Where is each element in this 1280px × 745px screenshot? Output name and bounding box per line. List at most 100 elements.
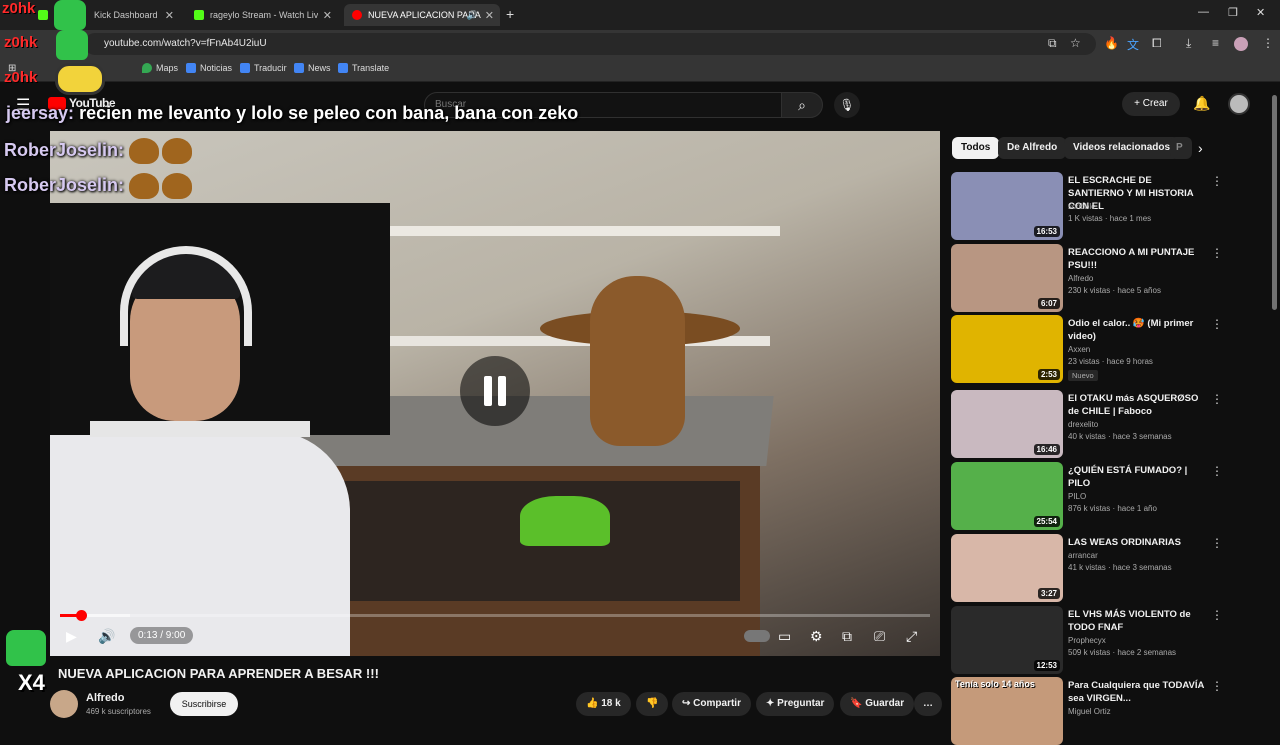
recommended-channel[interactable]: Alfredo: [1068, 274, 1093, 283]
autoplay-toggle[interactable]: [744, 630, 770, 642]
tab-kick-dashboard[interactable]: Kick Dashboard ✕: [30, 4, 180, 26]
share-button[interactable]: ↪ Compartir: [672, 692, 751, 716]
stream-brand-text: z0hk: [4, 69, 38, 86]
extension-icon[interactable]: 🔥: [1104, 36, 1119, 50]
video-player[interactable]: [50, 131, 940, 656]
recommended-video[interactable]: 6:07 REACCIONO A MI PUNTAJE PSU!!! Alfredo…: [951, 244, 1231, 312]
close-tab-icon[interactable]: ✕: [165, 9, 174, 22]
subscribe-button[interactable]: Suscribirse: [170, 692, 238, 716]
more-vertical-icon[interactable]: ⋮: [1211, 317, 1223, 331]
video-thumbnail[interactable]: 16:46: [951, 390, 1063, 458]
settings-gear-icon[interactable]: ⚙: [810, 628, 823, 645]
chip-partial[interactable]: P: [1170, 137, 1192, 159]
volume-icon[interactable]: 🔊: [98, 628, 115, 645]
more-vertical-icon[interactable]: ⋮: [1211, 174, 1223, 188]
more-vertical-icon[interactable]: ⋮: [1211, 536, 1223, 550]
more-actions-button[interactable]: …: [914, 692, 942, 716]
more-vertical-icon[interactable]: ⋮: [1211, 608, 1223, 622]
play-icon[interactable]: ▶: [66, 628, 77, 645]
recommended-channel[interactable]: scribble: [1068, 202, 1096, 211]
bookmark-noticias[interactable]: Noticias: [186, 63, 232, 73]
more-vertical-icon[interactable]: ⋮: [1211, 464, 1223, 478]
ask-button[interactable]: ✦ Preguntar: [756, 692, 835, 716]
tab-label: rageylo Stream - Watch Live on: [210, 10, 318, 20]
create-button[interactable]: + Crear: [1122, 92, 1180, 116]
more-vertical-icon[interactable]: ⋮: [1211, 679, 1223, 693]
close-tab-icon[interactable]: ✕: [485, 9, 494, 22]
chip-videos-relacionados[interactable]: Videos relacionados: [1064, 137, 1180, 159]
progress-bar[interactable]: [60, 610, 930, 621]
recommended-channel[interactable]: PILO: [1068, 492, 1086, 501]
pause-overlay-icon[interactable]: [460, 356, 530, 426]
video-thumbnail[interactable]: 12:53: [951, 606, 1063, 674]
download-icon[interactable]: ⤓: [1186, 36, 1191, 51]
new-tab-button[interactable]: +: [506, 6, 514, 22]
video-thumbnail[interactable]: 6:07: [951, 244, 1063, 312]
maximize-icon[interactable]: ❐: [1228, 6, 1238, 19]
recommended-channel[interactable]: Axxen: [1068, 345, 1090, 354]
recommended-title[interactable]: ¿QUIÉN ESTÁ FUMADO? | PILO: [1068, 464, 1208, 490]
fullscreen-icon[interactable]: ⤢: [906, 628, 917, 645]
notifications-bell-icon[interactable]: 🔔: [1193, 95, 1210, 112]
save-button[interactable]: 🔖 Guardar: [840, 692, 915, 716]
bookmark-translate[interactable]: Translate: [338, 63, 389, 73]
address-bar[interactable]: youtube.com/watch?v=fFnAb4U2iuU: [84, 33, 1096, 55]
like-button[interactable]: 👍 18 k: [576, 692, 631, 716]
scrollbar[interactable]: [1272, 95, 1277, 310]
close-window-icon[interactable]: ✕: [1256, 6, 1265, 19]
recommended-title[interactable]: LAS WEAS ORDINARIAS: [1068, 536, 1208, 549]
recommended-title[interactable]: El OTAKU más ASQUERØSO de CHILE | Faboco: [1068, 392, 1208, 418]
miniplayer-icon[interactable]: ⧉: [842, 628, 852, 645]
more-vertical-icon[interactable]: ⋮: [1211, 246, 1223, 260]
recommended-video[interactable]: 12:53 EL VHS MÁS VIOLENTO de TODO FNAF Pro…: [951, 606, 1231, 674]
chevron-right-icon[interactable]: ›: [1198, 140, 1203, 156]
recommended-video[interactable]: 2:53 Odio el calor.. 🥵 (Mi primer video) A…: [951, 315, 1231, 383]
stream-brand-text: z0hk: [2, 0, 36, 17]
install-app-icon[interactable]: ⧉: [1048, 36, 1057, 51]
more-vertical-icon[interactable]: ⋮: [1211, 392, 1223, 406]
recommended-title[interactable]: REACCIONO A MI PUNTAJE PSU!!!: [1068, 246, 1208, 272]
recommended-title[interactable]: EL VHS MÁS VIOLENTO de TODO FNAF: [1068, 608, 1208, 634]
minimize-icon[interactable]: —: [1198, 6, 1209, 18]
bookmark-star-icon[interactable]: ☆: [1070, 36, 1081, 50]
recommended-video[interactable]: 16:46 El OTAKU más ASQUERØSO de CHILE | F…: [951, 390, 1231, 458]
channel-name[interactable]: Alfredo: [86, 692, 125, 704]
tab-rageylo-stream[interactable]: rageylo Stream - Watch Live on ✕: [186, 4, 338, 26]
close-tab-icon[interactable]: ✕: [323, 9, 332, 22]
recommended-channel[interactable]: arrancar: [1068, 551, 1098, 560]
bookmark-news[interactable]: News: [294, 63, 331, 73]
tab-youtube-video[interactable]: NUEVA APLICACION PARA 🔊 ✕: [344, 4, 500, 26]
translate-extension-icon[interactable]: 文: [1127, 36, 1139, 53]
video-thumbnail[interactable]: 16:53: [951, 172, 1063, 240]
recommended-video[interactable]: Tenía solo 14 años Para Cualquiera que TO…: [951, 677, 1231, 745]
recommended-title[interactable]: Odio el calor.. 🥵 (Mi primer video): [1068, 317, 1208, 343]
search-button[interactable]: ⌕: [781, 92, 823, 118]
dislike-button[interactable]: 👎: [636, 692, 669, 716]
voice-search-button[interactable]: 🎙: [834, 92, 860, 118]
video-thumbnail[interactable]: 2:53: [951, 315, 1063, 383]
recommended-video[interactable]: 16:53 EL ESCRACHE DE SANTIERNO Y MI HISTO…: [951, 172, 1231, 240]
bookmark-maps[interactable]: Maps: [142, 63, 178, 73]
recommended-channel[interactable]: Prophecyx: [1068, 636, 1106, 645]
audio-playing-icon[interactable]: 🔊: [467, 10, 478, 21]
recommended-video[interactable]: 3:27 LAS WEAS ORDINARIAS arrancar 41 k vist…: [951, 534, 1231, 602]
video-thumbnail[interactable]: 25:54: [951, 462, 1063, 530]
subtitles-icon[interactable]: ▭: [778, 628, 791, 645]
recommended-title[interactable]: Para Cualquiera que TODAVÍA sea VIRGEN..…: [1068, 679, 1208, 705]
menu-kebab-icon[interactable]: ⋮: [1262, 36, 1274, 50]
cast-icon[interactable]: ⎚: [874, 628, 885, 645]
profile-avatar[interactable]: [1234, 37, 1248, 51]
account-avatar[interactable]: [1228, 93, 1250, 115]
video-thumbnail[interactable]: Tenía solo 14 años: [951, 677, 1063, 745]
chip-de-alfredo[interactable]: De Alfredo: [998, 137, 1067, 159]
recommended-channel[interactable]: Miguel Ortiz: [1068, 707, 1111, 716]
recommended-channel[interactable]: drexelito: [1068, 420, 1098, 429]
bookmark-traducir[interactable]: Traducir: [240, 63, 287, 73]
extensions-puzzle-icon[interactable]: ⧠: [1152, 36, 1162, 51]
media-control-icon[interactable]: ≡: [1212, 36, 1219, 50]
channel-avatar[interactable]: [50, 690, 78, 718]
recommended-video[interactable]: 25:54 ¿QUIÉN ESTÁ FUMADO? | PILO PILO 876 k…: [951, 462, 1231, 530]
chip-todos[interactable]: Todos: [952, 137, 1000, 159]
progress-scrubber[interactable]: [75, 610, 87, 621]
video-thumbnail[interactable]: 3:27: [951, 534, 1063, 602]
